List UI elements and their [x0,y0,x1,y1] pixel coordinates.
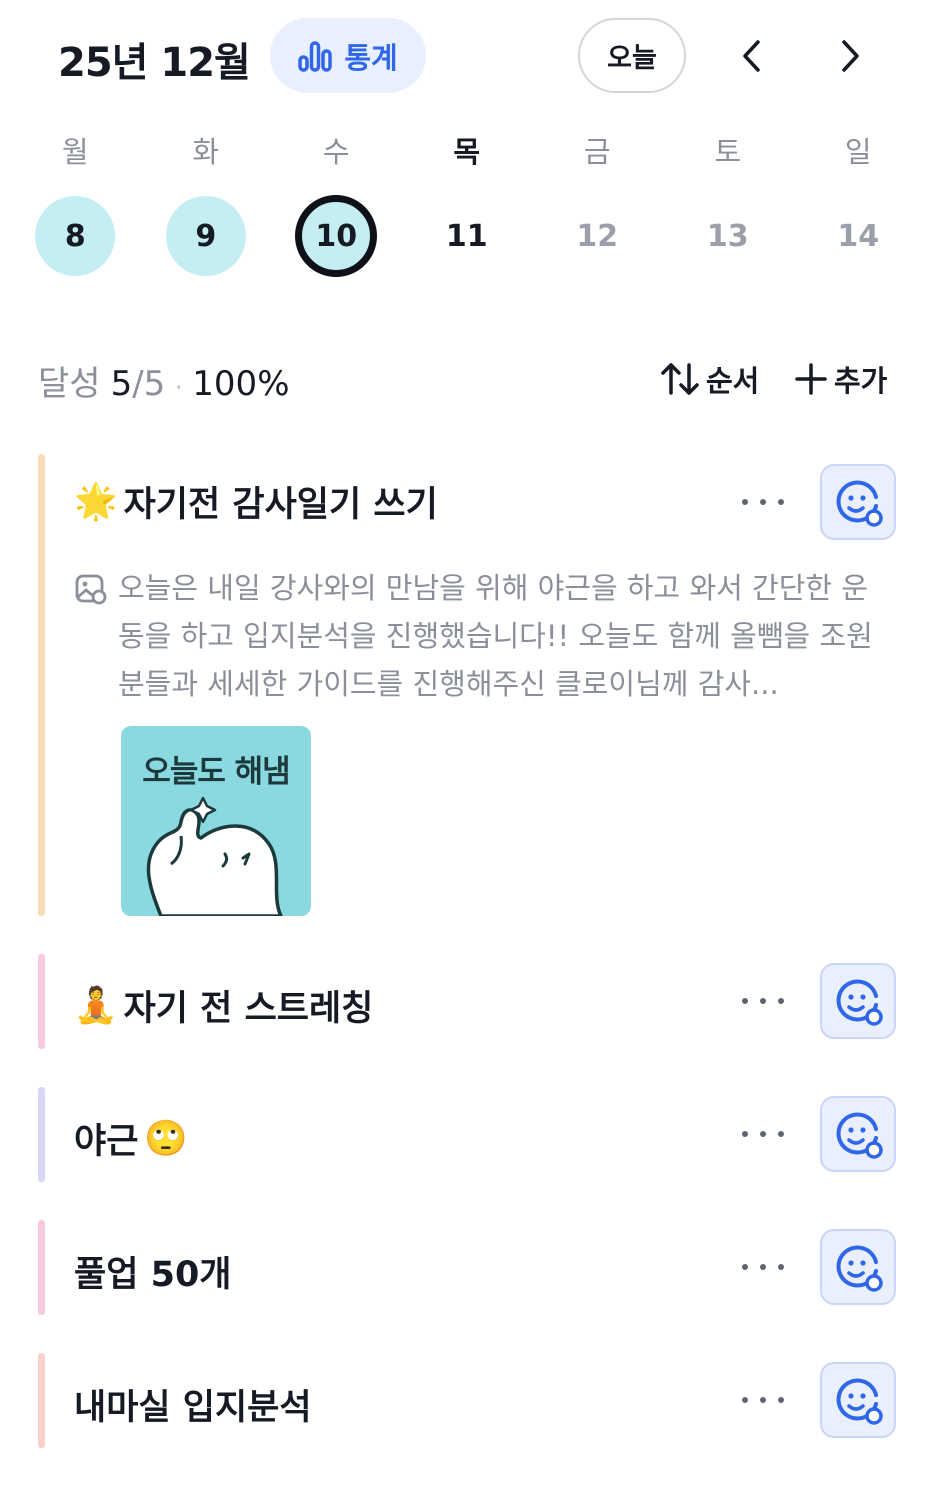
achievement-summary: 달성 5/5 · 100% [38,356,290,405]
week-date-strip: 8 9 10 11 12 13 14 [10,195,924,277]
date-cell: 14 [793,195,924,277]
date-button-today[interactable]: 11 [427,196,507,276]
more-options-button[interactable] [738,1385,788,1415]
date-button[interactable]: 8 [35,196,116,276]
achievement-total: /5 [132,364,166,404]
check-in-button[interactable] [820,464,896,540]
habit-title-row: 내마실 입지분석 [74,1379,312,1430]
date-button[interactable]: 13 [688,196,768,276]
date-button[interactable]: 12 [557,196,637,276]
achievement-count: 5/5 [111,364,166,404]
more-options-button[interactable] [738,986,788,1016]
habit-item[interactable]: 풀업 50개 [38,1220,898,1315]
date-cell: 9 [141,195,272,277]
date-cell: 13 [663,195,794,277]
habit-title: 풀업 50개 [74,1255,232,1295]
weekday-label: 금 [583,135,611,169]
month-title[interactable]: 25년 12월 [58,30,251,88]
smile-check-icon [836,1112,883,1159]
weekday-label: 월 [61,135,89,169]
sort-label: 순서 [706,364,760,398]
eye-roll-emoji-icon: 🙄 [144,1119,188,1159]
habit-title: 내마실 입지분석 [74,1388,312,1428]
separator-dot: · [175,376,183,401]
chevron-right-icon [842,40,859,72]
more-options-button[interactable] [738,487,788,517]
memo-text: 오늘은 내일 강사와의 만남을 위해 야근을 하고 와서 간단한 운동을 하고 … [118,571,873,701]
date-cell: 8 [10,195,141,277]
weekday-label: 토 [714,135,742,169]
star-emoji-icon: 🌟 [74,482,118,522]
habit-item[interactable]: 🌟 자기전 감사일기 쓰기 오늘은 내일 강사와의 만남을 위해 야근을 하고 … [38,454,898,916]
smile-check-icon [836,1245,883,1292]
date-cell: 10 [271,195,402,277]
weekday-label: 일 [844,135,872,169]
more-options-button[interactable] [738,1252,788,1282]
habit-title-row: 풀업 50개 [74,1246,232,1297]
date-button[interactable]: 9 [165,196,246,276]
smile-check-icon [836,480,883,527]
plus-icon [795,363,827,395]
bar-chart-icon [298,40,333,72]
check-in-button[interactable] [820,1096,896,1172]
sticker-image[interactable]: 오늘도 해냄 [121,726,311,916]
weekday-label: 수 [322,135,350,169]
habit-item[interactable]: 내마실 입지분석 [38,1353,898,1448]
habit-color-bar [38,1353,45,1448]
habit-color-bar [38,1220,45,1315]
chevron-left-icon [743,40,760,72]
habit-item[interactable]: 야근 🙄 [38,1087,898,1182]
smile-check-icon [836,979,883,1026]
date-button[interactable]: 14 [818,196,898,276]
habit-title-row: 야근 🙄 [74,1113,188,1164]
check-in-button[interactable] [820,1362,896,1438]
check-in-button[interactable] [820,1229,896,1305]
habit-item[interactable]: 🧘 자기 전 스트레칭 [38,954,898,1049]
stats-button[interactable]: 통계 [270,18,426,93]
weekday-header: 월 화 수 목 금 토 일 [10,128,924,172]
image-memo-icon [75,574,107,605]
habit-title-row: 🧘 자기 전 스트레칭 [74,980,373,1031]
date-button-selected[interactable]: 10 [295,195,378,277]
prev-week-button[interactable] [730,34,774,78]
habit-color-bar [38,1087,45,1182]
smile-check-icon [836,1378,883,1425]
habit-title: 자기전 감사일기 쓰기 [123,485,438,525]
achievement-label: 달성 [38,364,101,404]
date-cell: 11 [402,195,533,277]
achievement-percent: 100% [192,364,290,404]
weekday-label: 화 [192,135,220,169]
sort-arrows-icon [661,363,699,395]
date-cell: 12 [532,195,663,277]
next-week-button[interactable] [828,34,872,78]
stats-label: 통계 [344,40,398,75]
weekday-label: 목 [453,135,481,169]
sort-button[interactable]: 순서 [660,358,759,400]
more-options-button[interactable] [738,1119,788,1149]
habit-color-bar [38,454,45,916]
habit-title: 야근 [74,1122,139,1162]
today-button[interactable]: 오늘 [578,18,686,93]
add-label: 추가 [834,364,888,398]
header: 25년 12월 통계 오늘 [0,0,934,110]
add-button[interactable]: 추가 [794,358,887,400]
meditation-emoji-icon: 🧘 [74,986,118,1026]
check-in-button[interactable] [820,963,896,1039]
habit-title: 자기 전 스트레칭 [123,989,374,1029]
habit-color-bar [38,954,45,1049]
thumbs-up-character-icon [146,796,283,916]
habit-title-row: 🌟 자기전 감사일기 쓰기 [74,476,438,527]
habit-memo[interactable]: 오늘은 내일 강사와의 만남을 위해 야근을 하고 와서 간단한 운동을 하고 … [74,564,894,708]
achievement-done: 5 [110,364,133,404]
